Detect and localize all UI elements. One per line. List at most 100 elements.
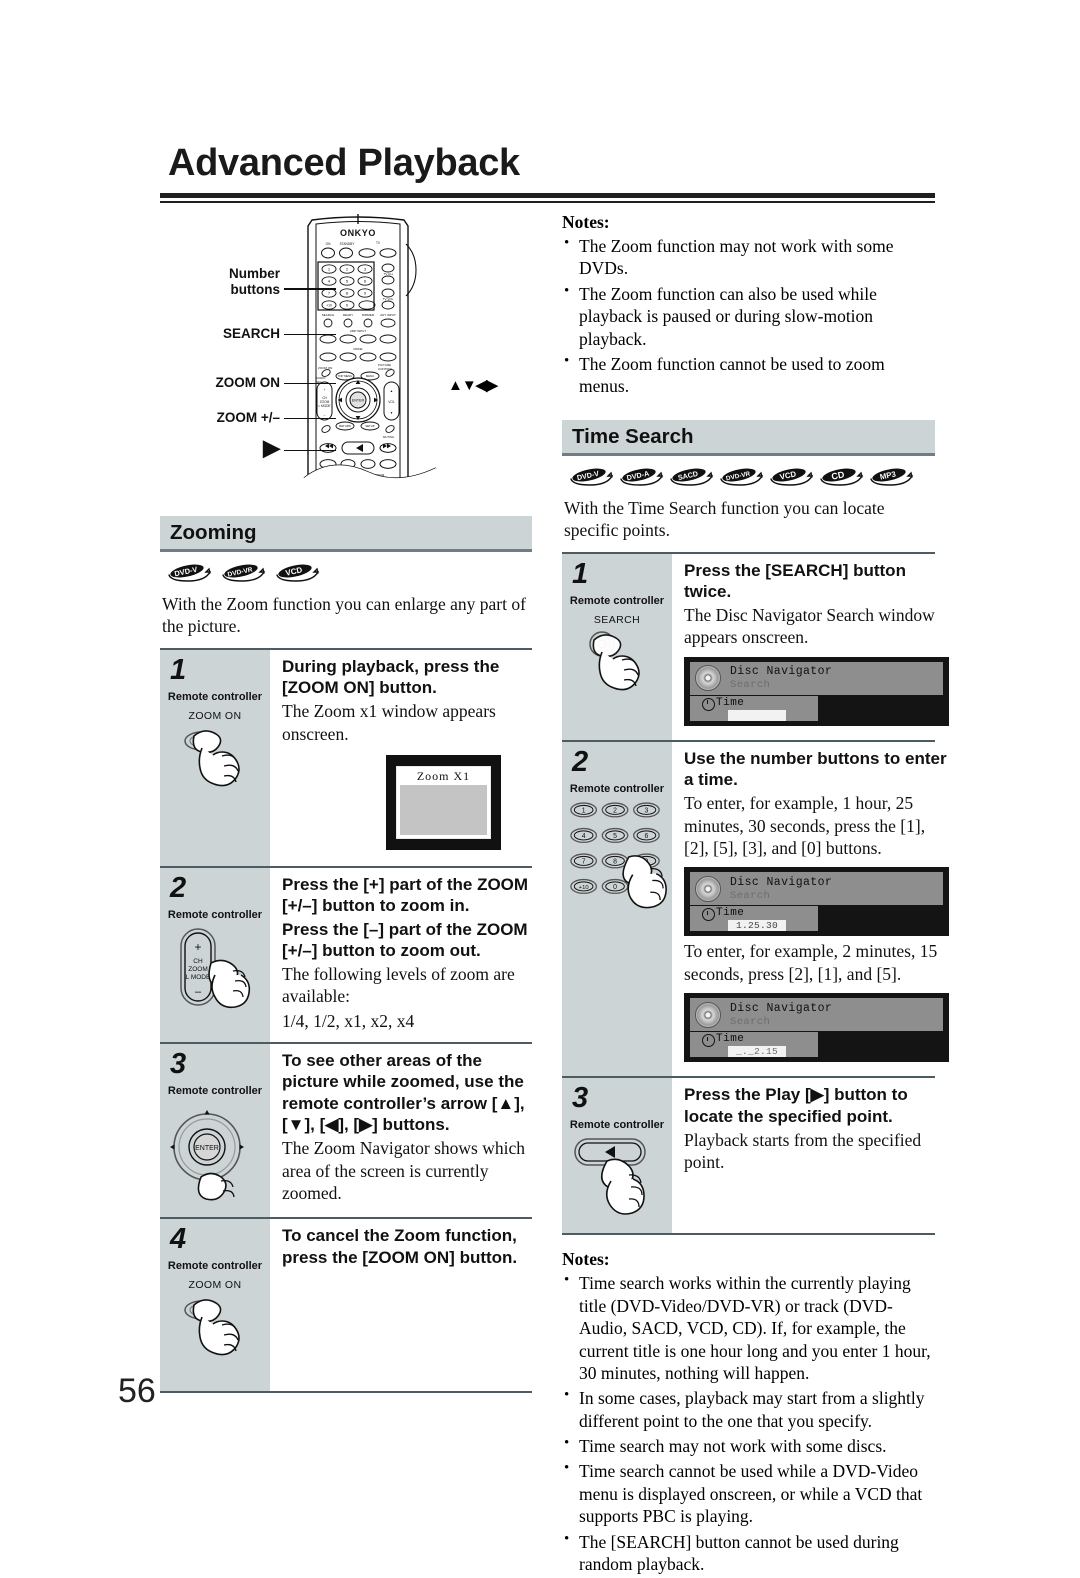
svg-text:6: 6 xyxy=(645,833,649,840)
svg-text:L MODE: L MODE xyxy=(318,404,330,408)
svg-text:▲: ▲ xyxy=(390,389,393,393)
svg-text:6: 6 xyxy=(364,279,367,284)
title-rule-thin xyxy=(160,201,935,203)
note-item: The Zoom function may not work with some… xyxy=(562,234,935,280)
step-number: 2 xyxy=(170,872,187,905)
svg-text:8: 8 xyxy=(613,858,617,865)
step-heading: Use the number buttons to enter a time. xyxy=(684,748,947,790)
callout-search-label: SEARCH xyxy=(222,326,280,341)
disc-navigator-subtitle: Search xyxy=(730,1015,771,1028)
step-content: Use the number buttons to enter a time. … xyxy=(672,742,951,1076)
hand-pressing-zoom-on-icon xyxy=(164,1293,266,1383)
time-search-heading: Time Search xyxy=(572,424,694,448)
disc-badge-dvd-a: DVD-A xyxy=(618,465,664,487)
svg-text:–: – xyxy=(324,413,326,417)
svg-text:ENTER: ENTER xyxy=(352,399,365,403)
hand-pressing-zoom-on-icon xyxy=(164,724,266,814)
step-device-label: Remote controller xyxy=(167,1260,263,1273)
disc-navigator-osd: Disc Navigator Search Time 1.25.30 xyxy=(684,867,949,937)
step-sidebar: 2 Remote controller + CH ZOOM L MODE – xyxy=(160,868,270,1043)
time-search-intro: With the Time Search function you can lo… xyxy=(564,497,885,541)
svg-text:4: 4 xyxy=(582,833,586,840)
step-content: To cancel the Zoom function, press the [… xyxy=(270,1219,532,1391)
callout-zoom-plus-minus-label: ZOOM +/– xyxy=(216,410,280,425)
disc-badge-dvd-v: DVD-V xyxy=(166,561,212,583)
callout-search: SEARCH xyxy=(160,326,336,342)
svg-text:SETUP: SETUP xyxy=(365,424,374,428)
zooming-disc-badges: DVD-V DVD-VR VCD xyxy=(166,561,532,583)
disc-navigator-time-row: Time xyxy=(690,695,818,721)
svg-text:0: 0 xyxy=(346,303,349,308)
step-button-label: ZOOM ON xyxy=(188,709,242,722)
zoom-osd-inner: Zoom X1 xyxy=(396,766,491,840)
svg-text:L MODE: L MODE xyxy=(186,974,211,981)
svg-text:+10: +10 xyxy=(326,304,332,308)
svg-text:+: + xyxy=(324,388,326,392)
left-column: Number buttons SEARCH ZOOM ON ZOOM +/– ▶… xyxy=(160,208,532,1394)
note-item: The [SEARCH] button cannot be used durin… xyxy=(562,1530,935,1576)
step-content: Press the Play [▶] button to locate the … xyxy=(672,1078,935,1233)
svg-text:9: 9 xyxy=(364,291,367,296)
step-content: During playback, press the [ZOOM ON] but… xyxy=(270,650,532,866)
svg-text:3: 3 xyxy=(364,267,367,272)
callout-zoom-on: ZOOM ON xyxy=(160,375,336,391)
disc-navigator-titles: Disc Navigator Search xyxy=(721,665,832,691)
svg-text:TV CH: TV CH xyxy=(384,272,393,276)
svg-text:TV: TV xyxy=(376,241,381,245)
disc-navigator-titles: Disc Navigator Search xyxy=(721,876,832,902)
page-title: Advanced Playback xyxy=(168,142,520,184)
notes-title: Notes: xyxy=(562,1249,610,1270)
svg-text:VOL: VOL xyxy=(388,400,395,404)
zoom-osd-field xyxy=(400,785,487,836)
remote-illustration: ONKYO ON STANDBY TV 1 2 3 4 5 6 7 8 9 +1… xyxy=(303,214,437,504)
time-search-disc-badges: DVD-V DVD-A SACD DVD-VR VCD CD MP3 xyxy=(568,465,935,487)
step-number: 3 xyxy=(572,1082,589,1115)
step-device-label: Remote controller xyxy=(569,594,665,607)
hand-pressing-number-keypad-icon: 123 456 789 +100 xyxy=(566,797,668,917)
disc-icon xyxy=(695,665,721,692)
title-rule-thick xyxy=(160,193,935,198)
disc-icon xyxy=(695,875,721,902)
hand-pressing-search-button-icon xyxy=(566,628,668,723)
svg-text:MENU: MENU xyxy=(366,374,374,378)
svg-text:5: 5 xyxy=(346,279,349,284)
zooming-intro: With the Zoom function you can enlarge a… xyxy=(162,594,526,637)
disc-navigator-title: Disc Navigator xyxy=(730,1001,833,1015)
svg-text:SACD: SACD xyxy=(677,469,699,482)
time-search-notes: Notes: Time search works within the curr… xyxy=(562,1249,935,1575)
step-heading-2: Press the [–] part of the ZOOM [+/–] but… xyxy=(282,919,528,960)
callout-number-buttons-line1: Number xyxy=(228,266,280,281)
svg-text:CH: CH xyxy=(193,958,203,965)
zoom-levels: 1/4, 1/2, x1, x2, x4 xyxy=(282,1010,415,1031)
svg-text:ZOOM: ZOOM xyxy=(188,966,208,973)
time-search-section-bar: Time Search xyxy=(562,419,935,456)
zooming-step-4: 4 Remote controller ZOOM ON To cancel th… xyxy=(160,1217,532,1394)
disc-navigator-time-row: Time 1.25.30 xyxy=(690,906,818,932)
step-heading: To see other areas of the picture while … xyxy=(282,1051,525,1134)
hand-pressing-zoom-rocker-icon: + CH ZOOM L MODE – xyxy=(164,923,266,1023)
svg-text:READY: READY xyxy=(343,313,353,317)
disc-navigator-header: Disc Navigator Search xyxy=(690,872,943,906)
step-heading: During playback, press the [ZOOM ON] but… xyxy=(282,656,500,698)
time-field-value: 1.25.30 xyxy=(728,920,786,932)
disc-badge-dvd-vr: DVD-VR xyxy=(718,465,764,487)
svg-text:CD: CD xyxy=(830,469,845,482)
step-heading: Press the Play [▶] button to locate the … xyxy=(684,1085,908,1126)
step-number: 4 xyxy=(170,1223,187,1256)
svg-text:1: 1 xyxy=(582,807,586,814)
note-item: Time search works within the currently p… xyxy=(562,1271,935,1384)
step-content: Press the [SEARCH] button twice. The Dis… xyxy=(672,554,951,740)
svg-text:7: 7 xyxy=(582,858,586,865)
disc-navigator-titles: Disc Navigator Search xyxy=(721,1002,832,1028)
disc-badge-sacd: SACD xyxy=(668,465,714,487)
manual-page: Advanced Playback Number buttons SEARCH … xyxy=(0,0,1080,1574)
notes-title: Notes: xyxy=(562,212,610,232)
svg-text:+: + xyxy=(194,940,201,954)
step-content: To see other areas of the picture while … xyxy=(270,1044,532,1217)
svg-text:TOP MENU: TOP MENU xyxy=(338,374,353,378)
disc-navigator-subtitle: Search xyxy=(730,889,771,902)
time-search-step-3: 3 Remote controller Press the Play [▶] b… xyxy=(562,1076,935,1236)
callout-number-buttons: Number buttons xyxy=(160,266,336,297)
svg-text:–: – xyxy=(195,986,202,998)
svg-text:ONKYO: ONKYO xyxy=(340,228,376,238)
